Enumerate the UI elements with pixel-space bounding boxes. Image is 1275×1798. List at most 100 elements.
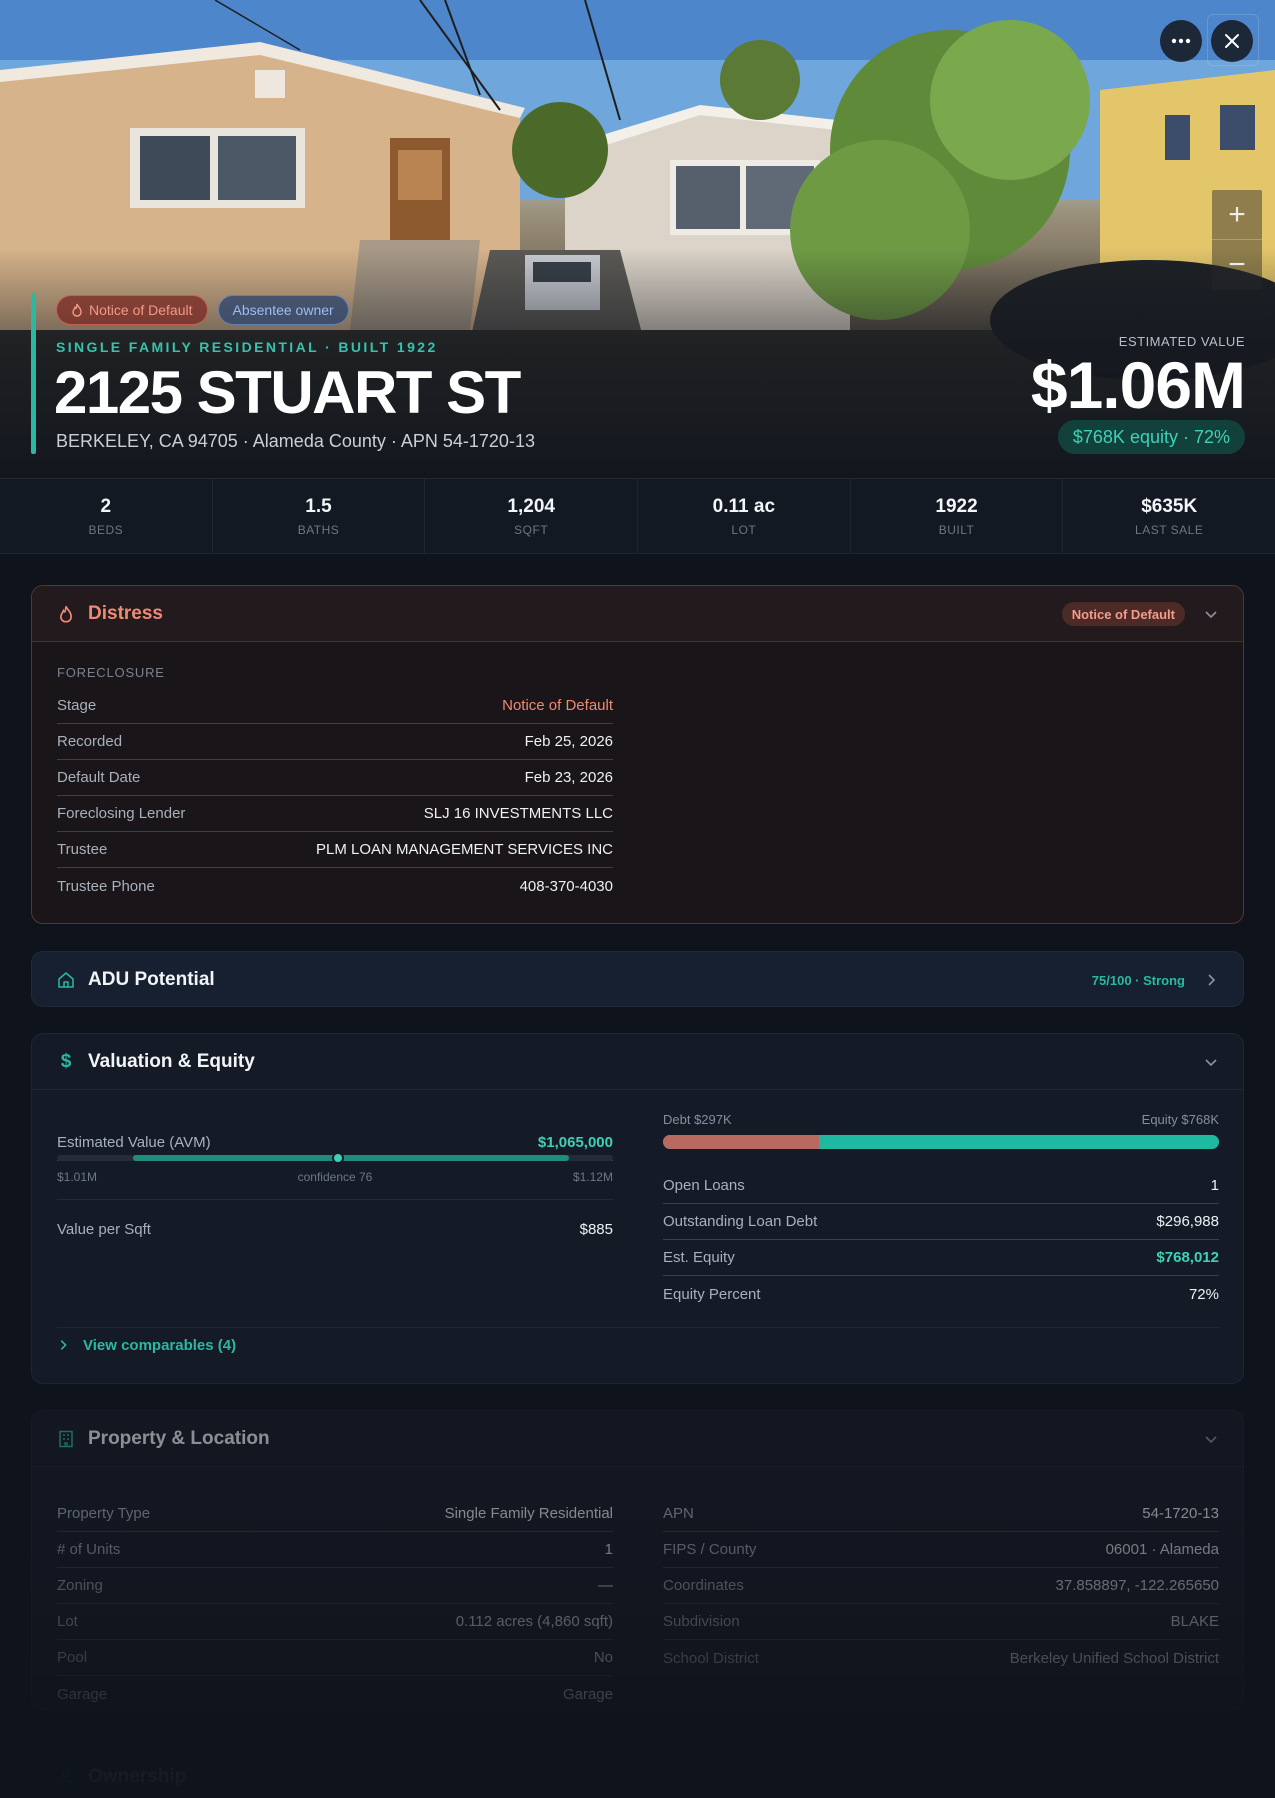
row-key: APN — [663, 1505, 694, 1522]
view-comparables-label: View comparables (4) — [83, 1336, 237, 1354]
stat-value: 1922 — [935, 495, 978, 517]
chevron-down-icon[interactable] — [1203, 606, 1219, 622]
distress-title: Distress — [88, 602, 163, 624]
distress-row-stage: Stage Notice of Default — [57, 688, 613, 724]
building-icon — [56, 1429, 76, 1449]
stat-value: 0.11 ac — [712, 495, 776, 517]
zoom-control: + − — [1212, 190, 1262, 290]
tag-label: Notice of Default — [89, 302, 193, 318]
stat-baths: 1.5 BATHS — [213, 479, 426, 553]
valuation-header[interactable]: $ Valuation & Equity — [32, 1034, 1243, 1090]
chevron-right-icon — [60, 1340, 67, 1350]
row-key: Outstanding Loan Debt — [663, 1213, 818, 1230]
confidence-labels: $1.01M confidence 76 $1.12M — [57, 1170, 613, 1184]
more-options-button[interactable] — [1160, 20, 1202, 62]
tag-absentee-owner[interactable]: Absentee owner — [217, 295, 349, 325]
row-key: Value per Sqft — [57, 1220, 151, 1238]
row-value: PLM LOAN MANAGEMENT SERVICES INC — [315, 841, 613, 858]
row-value: Feb 25, 2026 — [524, 733, 613, 750]
stat-lot: 0.11 ac LOT — [638, 479, 851, 553]
stats-strip: 2 BEDS 1.5 BATHS 1,204 SQFT 0.11 ac LOT 1922… — [0, 478, 1275, 554]
view-comparables-link[interactable]: View comparables (4) — [57, 1325, 236, 1365]
tag-notice-of-default[interactable]: Notice of Default — [56, 295, 208, 325]
property-header[interactable]: Property & Location — [32, 1411, 1243, 1467]
property-row: Property Type Single Family Residential — [57, 1496, 613, 1532]
row-value: No — [593, 1649, 613, 1666]
close-icon — [1225, 34, 1239, 48]
location-row: Subdivision BLAKE — [663, 1604, 1219, 1640]
property-kicker: SINGLE FAMILY RESIDENTIAL · BUILT 1922 — [56, 339, 438, 355]
adu-title: ADU Potential — [88, 969, 215, 990]
row-value: Berkeley Unified School District — [1009, 1649, 1219, 1667]
equity-pill: $768K equity · 72% — [1057, 420, 1245, 454]
row-value: SLJ 16 INVESTMENTS LLC — [423, 805, 613, 822]
valuation-header-right — [1203, 1034, 1219, 1090]
valuation-card: $ Valuation & Equity Estimated Value (AV… — [31, 1033, 1244, 1384]
row-value: Feb 23, 2026 — [524, 769, 613, 786]
stat-label: BATHS — [297, 522, 340, 537]
property-header-right — [1203, 1411, 1219, 1467]
stat-label: LOT — [731, 522, 757, 537]
adu-header[interactable]: ADU Potential 75/100 · Strong — [32, 952, 1243, 1006]
hero-tags: Notice of Default Absentee owner — [56, 295, 349, 325]
valuation-title: Valuation & Equity — [88, 1050, 255, 1072]
property-row: Pool No — [57, 1640, 613, 1676]
distress-row-trustee-phone: Trustee Phone 408-370-4030 — [57, 868, 613, 904]
row-value: 1 — [1210, 1177, 1219, 1194]
foreclosure-label: FORECLOSURE — [57, 665, 165, 680]
estimated-value: $1.06M — [1030, 348, 1246, 422]
flame-icon — [72, 303, 82, 317]
row-value: 54-1720-13 — [1142, 1505, 1219, 1522]
est-equity-row: Est. Equity $768,012 — [663, 1240, 1219, 1276]
property-row: Lot 0.112 acres (4,860 sqft) — [57, 1604, 613, 1640]
property-row: Zoning — — [57, 1568, 613, 1604]
confidence-range-fill — [133, 1155, 569, 1161]
row-key: Coordinates — [663, 1577, 744, 1594]
property-row: # of Units 1 — [57, 1532, 613, 1568]
row-key: Open Loans — [663, 1177, 745, 1194]
row-value: $768,012 — [1156, 1249, 1219, 1266]
range-low: $1.01M — [57, 1170, 98, 1184]
stat-beds: 2 BEDS — [0, 479, 213, 553]
per-sqft-row: Value per Sqft $885 — [57, 1211, 613, 1247]
ownership-title: Ownership — [88, 1766, 187, 1787]
chevron-right-icon[interactable] — [1203, 972, 1219, 988]
adu-header-right: 75/100 · Strong — [1092, 952, 1219, 1006]
distress-header-right: Notice of Default — [1061, 586, 1219, 642]
close-button[interactable] — [1207, 14, 1259, 66]
row-value: $885 — [579, 1220, 613, 1238]
property-title: Property & Location — [88, 1427, 270, 1449]
debt-label: Debt $297K — [663, 1112, 732, 1127]
zoom-out-button[interactable]: − — [1212, 240, 1262, 290]
more-dots-icon — [1171, 38, 1191, 44]
row-value: BLAKE — [1170, 1613, 1219, 1630]
row-value: — — [598, 1577, 613, 1594]
row-value: Notice of Default — [502, 697, 613, 714]
zoom-in-button[interactable]: + — [1212, 190, 1262, 240]
stat-last-sale: $635K LAST SALE — [1063, 479, 1275, 553]
distress-row-default-date: Default Date Feb 23, 2026 — [57, 760, 613, 796]
dollar-icon: $ — [60, 1050, 72, 1072]
ownership-header[interactable]: Ownership — [32, 1749, 1243, 1798]
location-row: School District Berkeley Unified School D… — [663, 1640, 1219, 1676]
distress-header[interactable]: Distress Notice of Default — [32, 586, 1243, 642]
row-key: Estimated Value (AVM) — [57, 1134, 211, 1151]
row-key: Foreclosing Lender — [57, 805, 186, 822]
stat-value: 1,204 — [507, 495, 555, 517]
confidence-slider — [57, 1152, 613, 1164]
chevron-down-icon[interactable] — [1203, 1054, 1219, 1070]
stat-value: $635K — [1141, 495, 1198, 517]
distress-row-recorded: Recorded Feb 25, 2026 — [57, 724, 613, 760]
row-value: Single Family Residential — [444, 1505, 613, 1522]
tag-label: Absentee owner — [232, 302, 334, 318]
distress-row-trustee: Trustee PLM LOAN MANAGEMENT SERVICES INC — [57, 832, 613, 868]
row-key: Zoning — [57, 1577, 103, 1594]
home-icon — [56, 970, 76, 990]
equity-label: Equity $768K — [1141, 1112, 1219, 1127]
row-value: 72% — [1188, 1285, 1219, 1303]
chevron-down-icon[interactable] — [1203, 1431, 1219, 1447]
stat-label: LAST SALE — [1135, 522, 1204, 537]
row-key: # of Units — [57, 1541, 121, 1558]
row-key: FIPS / County — [663, 1541, 757, 1558]
adu-potential-card[interactable]: ADU Potential 75/100 · Strong — [31, 951, 1244, 1007]
